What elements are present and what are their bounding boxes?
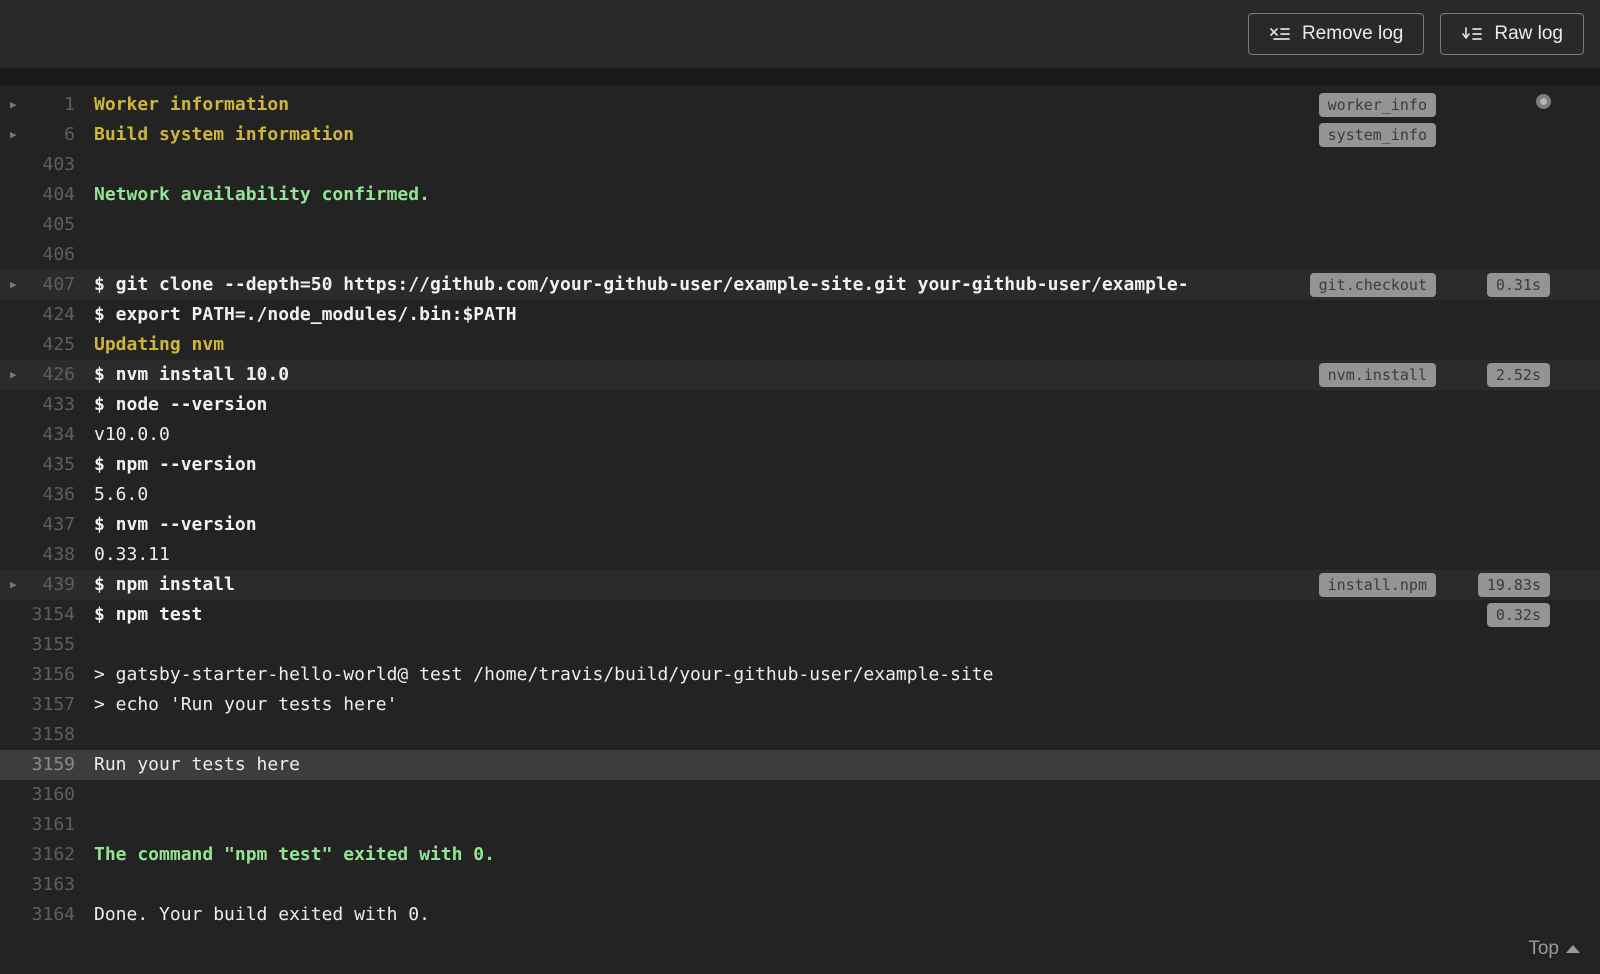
log-line: 425 Updating nvm: [0, 330, 1600, 360]
fold-name-badge: install.npm: [1318, 573, 1436, 597]
fold-toggle-icon[interactable]: ▶: [10, 120, 17, 150]
log-line: ▶ 439 $ npm install install.npm 19.83s: [0, 570, 1600, 600]
top-link-label: Top: [1528, 938, 1559, 959]
chevron-up-icon: [1566, 945, 1580, 953]
line-number[interactable]: 3160: [0, 780, 75, 810]
log-text: $ npm test: [94, 604, 203, 625]
fold-toggle-icon[interactable]: ▶: [10, 360, 17, 390]
duration-badge: 2.52s: [1486, 363, 1550, 387]
duration-badge: 0.32s: [1486, 603, 1550, 627]
log-text: $ nvm install 10.0: [94, 364, 290, 385]
line-number[interactable]: 3163: [0, 870, 75, 900]
log-text: $ export PATH=./node_modules/.bin:$PATH: [94, 304, 517, 325]
log-text: $ node --version: [94, 394, 268, 415]
fold-toggle-icon[interactable]: ▶: [10, 570, 17, 600]
fold-name-badge: git.checkout: [1309, 273, 1436, 297]
line-number[interactable]: 3154: [0, 600, 75, 630]
log-text: $ npm --version: [94, 454, 257, 475]
line-number[interactable]: 403: [0, 150, 75, 180]
log-line: 3155: [0, 630, 1600, 660]
log-line: 436 5.6.0: [0, 480, 1600, 510]
fold-name-badge: worker_info: [1318, 93, 1436, 117]
log-line: 433 $ node --version: [0, 390, 1600, 420]
line-number[interactable]: 3164: [0, 900, 75, 930]
fold-name-badge: nvm.install: [1318, 363, 1436, 387]
log-text: > echo 'Run your tests here': [94, 694, 398, 715]
line-number[interactable]: 435: [0, 450, 75, 480]
log-text: Network availability confirmed.: [94, 184, 430, 205]
line-number[interactable]: 437: [0, 510, 75, 540]
toolbar: Remove log Raw log: [0, 0, 1600, 68]
duration-badge: 0.31s: [1486, 273, 1550, 297]
log-line: 403: [0, 150, 1600, 180]
fold-name-badge: system_info: [1318, 123, 1436, 147]
log-line: 3154 $ npm test 0.32s: [0, 600, 1600, 630]
log-line: ▶ 6 Build system information system_info: [0, 120, 1600, 150]
line-number[interactable]: 406: [0, 240, 75, 270]
log-line: ▶ 426 $ nvm install 10.0 nvm.install 2.52s: [0, 360, 1600, 390]
line-number[interactable]: 433: [0, 390, 75, 420]
line-number[interactable]: 424: [0, 300, 75, 330]
line-number[interactable]: 405: [0, 210, 75, 240]
line-number[interactable]: 404: [0, 180, 75, 210]
log-line: ▶ 407 $ git clone --depth=50 https://githu…: [0, 270, 1600, 300]
log-line: 437 $ nvm --version: [0, 510, 1600, 540]
line-number[interactable]: 3157: [0, 690, 75, 720]
log-line: 3160: [0, 780, 1600, 810]
log-line: 3159 Run your tests here: [0, 750, 1600, 780]
download-list-icon: [1461, 26, 1483, 42]
line-number[interactable]: 3158: [0, 720, 75, 750]
remove-log-label: Remove log: [1301, 23, 1404, 44]
follow-log-toggle[interactable]: [1536, 94, 1551, 109]
fold-toggle-icon[interactable]: ▶: [10, 90, 17, 120]
line-number[interactable]: 3162: [0, 840, 75, 870]
line-number[interactable]: 438: [0, 540, 75, 570]
line-number[interactable]: 434: [0, 420, 75, 450]
log-line: 3158: [0, 720, 1600, 750]
line-number[interactable]: 3161: [0, 810, 75, 840]
log-text: Updating nvm: [94, 334, 225, 355]
log-line: 424 $ export PATH=./node_modules/.bin:$PA…: [0, 300, 1600, 330]
log-line: 3156 > gatsby-starter-hello-world@ test /…: [0, 660, 1600, 690]
log-line: 3163: [0, 870, 1600, 900]
log-line: ▶ 1 Worker information worker_info: [0, 90, 1600, 120]
log-line: 438 0.33.11: [0, 540, 1600, 570]
log-line: 3164 Done. Your build exited with 0.: [0, 900, 1600, 930]
log-text: $ npm install: [94, 574, 235, 595]
log-text: > gatsby-starter-hello-world@ test /home…: [94, 664, 994, 685]
line-number[interactable]: 436: [0, 480, 75, 510]
log-text: Done. Your build exited with 0.: [94, 904, 430, 925]
fold-toggle-icon[interactable]: ▶: [10, 270, 17, 300]
line-number[interactable]: 3159: [0, 750, 75, 780]
log-line: 435 $ npm --version: [0, 450, 1600, 480]
raw-log-label: Raw log: [1494, 23, 1563, 44]
log-text: Run your tests here: [94, 754, 300, 775]
line-number[interactable]: 3156: [0, 660, 75, 690]
build-log: ▶ 1 Worker information worker_info ▶ 6 Build s…: [0, 86, 1600, 974]
log-line: 3157 > echo 'Run your tests here': [0, 690, 1600, 720]
log-line: 405: [0, 210, 1600, 240]
log-text: $ git clone --depth=50 https://github.co…: [94, 274, 1189, 295]
remove-log-icon: [1269, 26, 1291, 42]
log-text: Build system information: [94, 124, 355, 145]
raw-log-button[interactable]: Raw log: [1440, 13, 1584, 55]
log-line: 434 v10.0.0: [0, 420, 1600, 450]
log-line: 3161: [0, 810, 1600, 840]
duration-badge: 19.83s: [1477, 573, 1550, 597]
log-line: 406: [0, 240, 1600, 270]
remove-log-button[interactable]: Remove log: [1247, 13, 1425, 55]
log-text: 5.6.0: [94, 484, 149, 505]
log-text: Worker information: [94, 94, 290, 115]
log-text: The command "npm test" exited with 0.: [94, 844, 495, 865]
log-text: 0.33.11: [94, 544, 170, 565]
top-link[interactable]: Top: [1528, 938, 1580, 960]
log-text: v10.0.0: [94, 424, 170, 445]
line-number[interactable]: 425: [0, 330, 75, 360]
line-number[interactable]: 3155: [0, 630, 75, 660]
log-line: 3162 The command "npm test" exited with 0…: [0, 840, 1600, 870]
log-line: 404 Network availability confirmed.: [0, 180, 1600, 210]
log-text: $ nvm --version: [94, 514, 257, 535]
